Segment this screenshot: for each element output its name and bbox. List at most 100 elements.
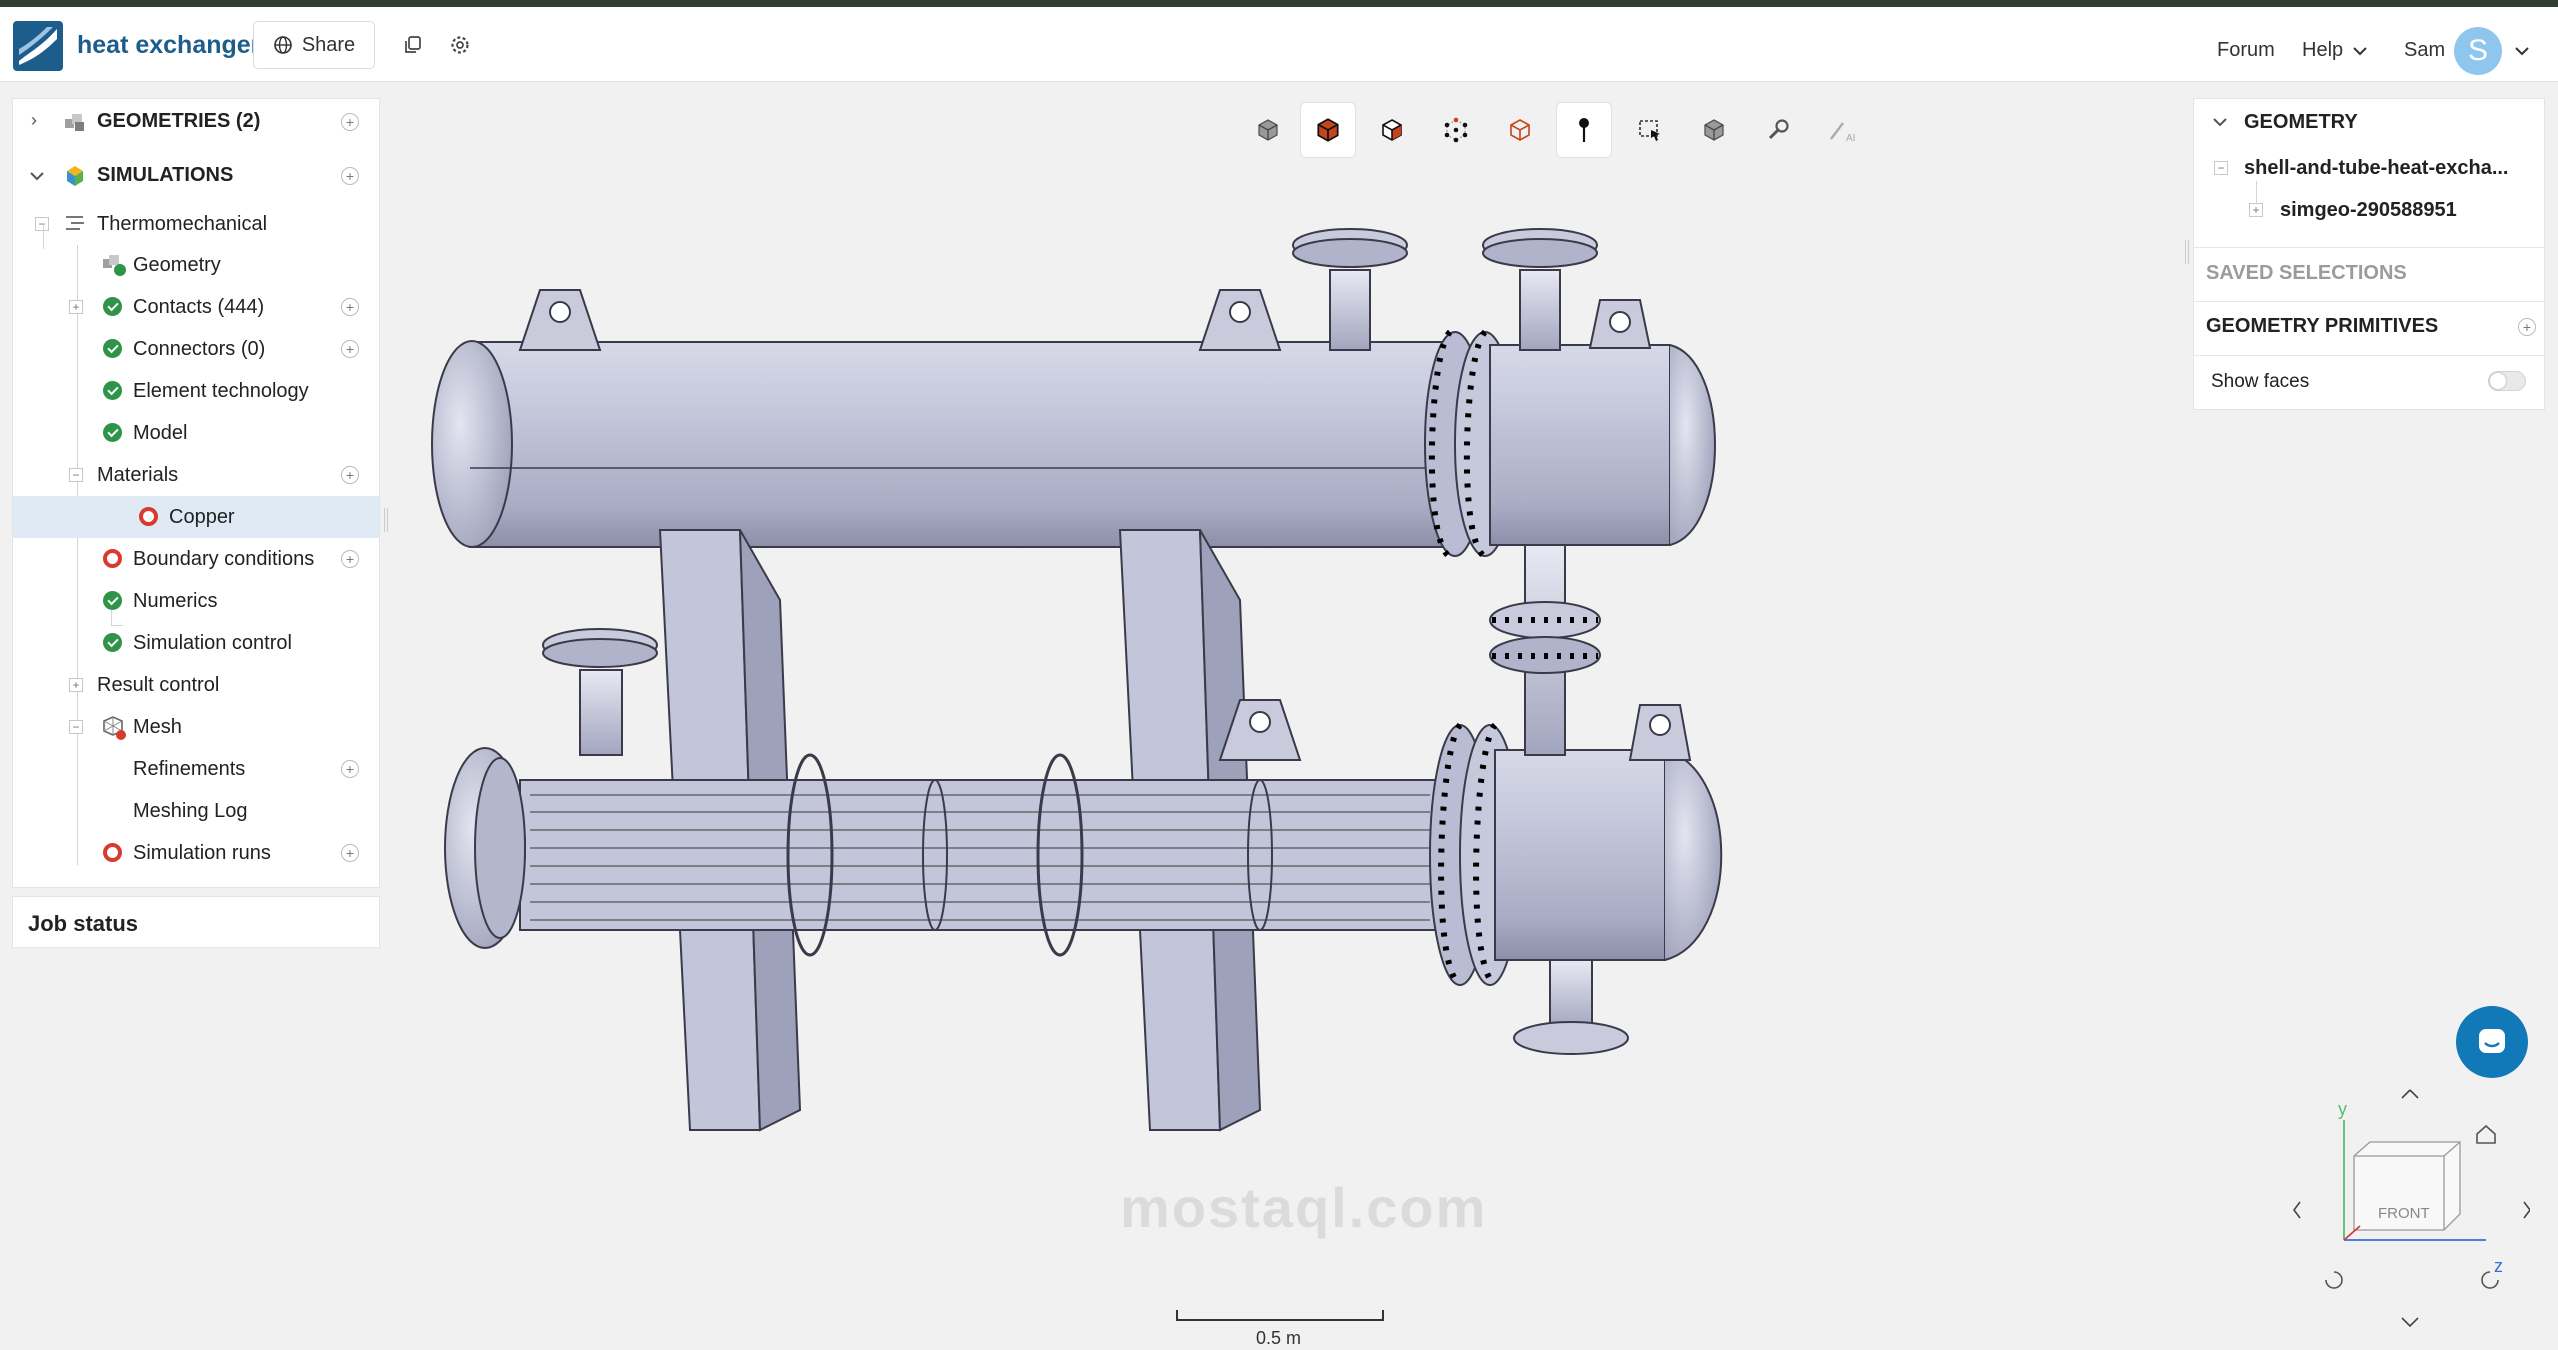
simulations-label: SIMULATIONS: [97, 164, 234, 186]
pin-icon[interactable]: [1556, 102, 1612, 158]
view-cube-icon[interactable]: [1240, 102, 1296, 158]
collapse-toggle[interactable]: −: [35, 217, 49, 231]
help-menu[interactable]: Help: [2302, 39, 2343, 62]
chevron-right-icon[interactable]: ›: [31, 110, 37, 131]
tree-simulation-node[interactable]: − Thermomechanical: [13, 203, 379, 245]
job-status-label: Job status: [28, 911, 139, 936]
avatar[interactable]: S: [2454, 27, 2502, 75]
copy-icon[interactable]: [402, 34, 424, 56]
tree-item-connectors[interactable]: Connectors (0) +: [13, 328, 379, 370]
tree-item-refinements[interactable]: Refinements +: [13, 748, 379, 790]
add-geometry-button[interactable]: +: [341, 113, 359, 131]
expand-toggle[interactable]: +: [2249, 203, 2263, 217]
collapse-toggle[interactable]: −: [69, 720, 83, 734]
box-select-icon[interactable]: [1622, 102, 1678, 158]
user-chevron-down-icon[interactable]: [2514, 45, 2530, 57]
geometry-file-name[interactable]: shell-and-tube-heat-excha...: [2244, 157, 2558, 180]
status-error-icon: [103, 549, 122, 568]
add-connector-button[interactable]: +: [341, 340, 359, 358]
watermark: mostaql.com: [1120, 1176, 1488, 1239]
tree-item-simulation-control[interactable]: Simulation control: [13, 622, 379, 664]
rotate-left-icon: [2293, 1201, 2301, 1219]
add-contact-button[interactable]: +: [341, 298, 359, 316]
tree-item-numerics[interactable]: Numerics: [13, 580, 379, 622]
panel-resize-handle[interactable]: [384, 508, 388, 532]
expand-toggle[interactable]: +: [69, 678, 83, 692]
mesh-icon: [103, 716, 126, 740]
chevron-down-icon[interactable]: [29, 170, 45, 182]
add-material-button[interactable]: +: [341, 466, 359, 484]
user-name[interactable]: Sam: [2404, 39, 2445, 62]
vertex-select-icon[interactable]: [1428, 102, 1484, 158]
status-ok-icon: [103, 633, 122, 652]
tree-item-label: Mesh: [133, 716, 182, 738]
chevron-down-icon[interactable]: [2212, 116, 2228, 128]
home-icon: [2476, 1124, 2496, 1144]
saved-selections-header[interactable]: SAVED SELECTIONS: [2206, 262, 2556, 285]
add-primitive-button[interactable]: +: [2518, 318, 2536, 336]
add-simulation-button[interactable]: +: [341, 167, 359, 185]
edge-select-icon[interactable]: [1492, 102, 1548, 158]
add-simulation-run-button[interactable]: +: [341, 844, 359, 862]
forum-link[interactable]: Forum: [2217, 39, 2275, 62]
geometries-icon: [65, 114, 84, 131]
geometries-label: GEOMETRIES (2): [97, 110, 261, 132]
chevron-down-icon[interactable]: [2352, 45, 2368, 57]
tree-item-element-technology[interactable]: Element technology: [13, 370, 379, 412]
simscale-logo-icon[interactable]: [13, 21, 63, 71]
tree-item-materials[interactable]: − Materials +: [13, 454, 379, 496]
project-title[interactable]: heat exchanger: [77, 31, 260, 60]
add-refinement-button[interactable]: +: [341, 760, 359, 778]
tree-item-meshing-log[interactable]: Meshing Log: [13, 790, 379, 832]
tree-item-label: Model: [133, 422, 188, 444]
navcube-face-label: FRONT: [2378, 1205, 2430, 1222]
tree-item-label: Simulation control: [133, 632, 292, 654]
tree-item-simulation-runs[interactable]: Simulation runs +: [13, 832, 379, 874]
tree-item-boundary-conditions[interactable]: Boundary conditions +: [13, 538, 379, 580]
axis-z-label: z: [2494, 1256, 2503, 1276]
ai-icon[interactable]: AI: [1814, 102, 1870, 158]
chat-icon: [2479, 1029, 2505, 1053]
tree-item-label: Materials: [97, 464, 179, 486]
top-accent-strip: [0, 0, 2558, 7]
tree-item-label: Meshing Log: [133, 800, 248, 822]
job-status-panel[interactable]: Job status: [12, 896, 380, 948]
share-button[interactable]: Share: [253, 21, 375, 69]
tree-item-label: Connectors (0): [133, 338, 266, 360]
right-panel-resize-handle[interactable]: [2185, 240, 2189, 264]
gear-icon[interactable]: [449, 34, 471, 56]
globe-icon: [274, 36, 292, 54]
rotate-right-icon: [2523, 1201, 2530, 1219]
axis-y-label: y: [2338, 1099, 2347, 1119]
status-ok-icon: [103, 297, 122, 316]
tree-item-copper[interactable]: Copper: [13, 496, 379, 538]
show-faces-toggle[interactable]: [2488, 371, 2526, 391]
tree-item-label: Refinements: [133, 758, 246, 780]
simulation-tree-panel: › GEOMETRIES (2) + SIMULATIONS + − Therm…: [12, 98, 380, 888]
solid-select-icon[interactable]: [1300, 102, 1356, 158]
tree-geometries[interactable]: › GEOMETRIES (2) +: [13, 101, 379, 143]
tree-item-contacts[interactable]: + Contacts (444) +: [13, 286, 379, 328]
collapse-toggle[interactable]: −: [2214, 161, 2228, 175]
status-ok-icon: [103, 591, 122, 610]
geometry-primitives-header[interactable]: GEOMETRY PRIMITIVES: [2206, 315, 2556, 338]
heat-exchanger-model[interactable]: [431, 228, 1723, 1132]
3d-viewport[interactable]: [400, 200, 1730, 1140]
tree-item-mesh[interactable]: − Mesh: [13, 706, 379, 748]
tree-item-result-control[interactable]: + Result control: [13, 664, 379, 706]
tree-simulations[interactable]: SIMULATIONS +: [13, 155, 379, 197]
tree-item-model[interactable]: Model: [13, 412, 379, 454]
geometry-child-name[interactable]: simgeo-290588951: [2280, 199, 2558, 222]
tools-icon[interactable]: [1750, 102, 1806, 158]
hide-icon[interactable]: [1686, 102, 1742, 158]
svg-text:AI: AI: [1846, 133, 1855, 143]
tree-item-geometry[interactable]: Geometry: [13, 244, 379, 286]
expand-toggle[interactable]: +: [69, 300, 83, 314]
navigation-cube[interactable]: FRONT y z: [2280, 1080, 2530, 1340]
face-select-icon[interactable]: [1364, 102, 1420, 158]
tree-item-label: Copper: [169, 506, 235, 528]
collapse-toggle[interactable]: −: [69, 468, 83, 482]
support-chat-button[interactable]: [2456, 1006, 2528, 1078]
geometry-header[interactable]: GEOMETRY: [2244, 111, 2558, 134]
add-boundary-condition-button[interactable]: +: [341, 550, 359, 568]
